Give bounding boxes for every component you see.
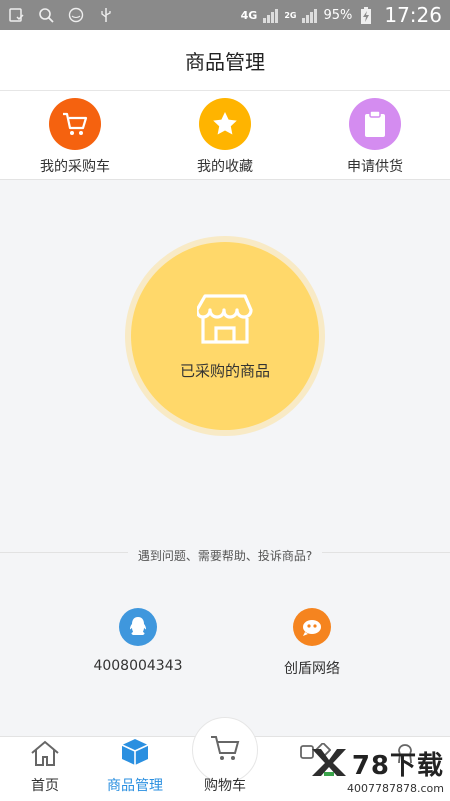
my-purchase-cart-button[interactable]: 我的采购车 — [0, 91, 150, 179]
apply-supply-button[interactable]: 申请供货 — [300, 91, 450, 179]
x-logo-icon — [310, 747, 348, 781]
watermark-text: 78下载 — [351, 751, 444, 781]
nav-label: 商品管理 — [107, 778, 163, 794]
purchased-goods-button[interactable]: 已采购的商品 — [131, 242, 319, 430]
bottom-nav: 首页 商品管理 购物车 78下载 4007787878.com — [0, 717, 450, 801]
usb-icon — [98, 7, 114, 23]
chuangdun-contact-button[interactable]: 创盾网络 — [262, 608, 362, 678]
watermark: 78下载 4007787878.com — [310, 745, 444, 795]
quick-action-label: 我的收藏 — [197, 159, 253, 175]
qq-contact-button[interactable]: 4008004343 — [88, 608, 188, 674]
clipboard-icon — [349, 98, 401, 150]
nav-label: 购物车 — [204, 778, 246, 794]
cart-icon — [49, 98, 101, 150]
my-favorites-button[interactable]: 我的收藏 — [150, 91, 300, 179]
help-text: 遇到问题、需要帮助、投诉商品? — [0, 545, 450, 564]
page-title: 商品管理 — [185, 49, 265, 74]
battery-charging-icon — [358, 7, 374, 24]
chat-logo-icon — [293, 608, 331, 646]
cart-icon — [208, 733, 242, 767]
network-type: 4G — [240, 8, 258, 22]
sim-icon — [8, 7, 24, 23]
quick-action-label: 我的采购车 — [40, 159, 110, 175]
purchased-goods-label: 已采购的商品 — [179, 361, 270, 380]
battery-level: 95% — [323, 7, 353, 23]
contact-label: 4008004343 — [93, 658, 183, 674]
nav-label: 首页 — [31, 778, 59, 794]
signal-icon-2 — [302, 7, 318, 23]
status-bar: 4G 2G 95% 17:26 — [0, 0, 450, 30]
nav-cart[interactable]: 购物车 — [180, 717, 270, 801]
cube-icon — [119, 737, 151, 771]
search-icon — [38, 7, 54, 23]
star-icon — [199, 98, 251, 150]
store-icon — [195, 292, 253, 350]
nav-goods-management[interactable]: 商品管理 — [90, 737, 180, 801]
help-text-label: 遇到问题、需要帮助、投诉商品? — [127, 549, 323, 563]
home-icon — [29, 739, 61, 771]
watermark-url: 4007787878.com — [347, 782, 444, 795]
nav-home[interactable]: 首页 — [0, 737, 90, 801]
quick-action-label: 申请供货 — [347, 159, 403, 175]
cart-bubble — [192, 717, 258, 783]
clock: 17:26 — [384, 3, 442, 27]
quick-actions: 我的采购车 我的收藏 申请供货 — [0, 91, 450, 180]
contact-label: 创盾网络 — [284, 661, 340, 677]
emoji-icon — [68, 7, 84, 23]
header: 商品管理 — [0, 30, 450, 91]
network-type-secondary: 2G — [284, 10, 297, 20]
signal-icon — [263, 7, 279, 23]
qq-icon — [119, 608, 157, 646]
